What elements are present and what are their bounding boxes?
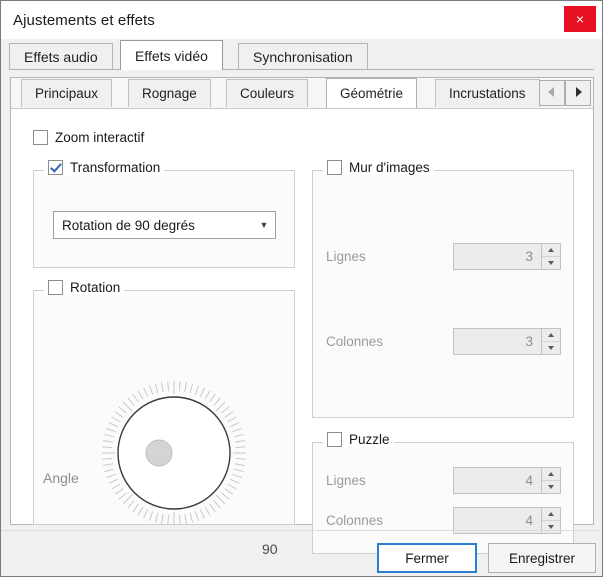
inner-tab-bar: Principaux Rognage Couleurs Géométrie In… [11, 78, 593, 109]
triangle-right-icon [573, 86, 583, 101]
transformation-label: Transformation [70, 160, 160, 175]
angle-value: 90 [262, 541, 278, 557]
tab-effets-video[interactable]: Effets vidéo [120, 40, 223, 70]
tab-scroll-controls [539, 80, 591, 106]
puzzle-rows-value: 4 [454, 473, 541, 488]
transformation-group: Transformation Rotation de 90 degrés ▼ [33, 170, 295, 268]
angle-label: Angle [43, 470, 79, 486]
dialog-window: Ajustements et effets × Effets audio Eff… [0, 0, 603, 577]
mur-images-rows-value: 3 [454, 249, 541, 264]
transformation-select[interactable]: Rotation de 90 degrés ▼ [53, 211, 276, 239]
chevron-down-icon: ▼ [253, 220, 275, 230]
spinner-down-icon[interactable] [542, 521, 560, 533]
mur-images-cols-stepper[interactable]: 3 [453, 328, 561, 355]
mur-images-cols-value: 3 [454, 334, 541, 349]
mur-images-cols-label: Colonnes [326, 334, 383, 349]
mur-images-checkbox[interactable] [327, 160, 342, 175]
puzzle-cols-label: Colonnes [326, 513, 383, 528]
spinner-up-icon[interactable] [542, 508, 560, 521]
mur-images-title[interactable]: Mur d'images [323, 160, 434, 175]
rotation-label: Rotation [70, 280, 120, 295]
rotation-checkbox[interactable] [48, 280, 63, 295]
zoom-interactif-checkbox[interactable] [33, 130, 48, 145]
angle-dial[interactable] [99, 378, 249, 528]
outer-tab-bar: Effets audio Effets vidéo Synchronisatio… [1, 43, 602, 70]
angle-dial-icon [99, 378, 249, 528]
tab-principaux[interactable]: Principaux [21, 79, 112, 107]
tab-couleurs[interactable]: Couleurs [226, 79, 308, 107]
tab-incrustations[interactable]: Incrustations [435, 79, 540, 107]
spinner-up-icon[interactable] [542, 329, 560, 342]
tab-geometrie[interactable]: Géométrie [326, 78, 417, 108]
puzzle-group: Puzzle Lignes 4 Colonnes 4 [312, 442, 574, 554]
mur-images-rows-label: Lignes [326, 249, 366, 264]
transformation-checkbox[interactable] [48, 160, 63, 175]
spinner-down-icon[interactable] [542, 257, 560, 269]
tab-scroll-next-button[interactable] [565, 80, 591, 106]
spinner-down-icon[interactable] [542, 342, 560, 354]
puzzle-label: Puzzle [349, 432, 390, 447]
mur-images-group: Mur d'images Lignes 3 Colonnes 3 [312, 170, 574, 418]
mur-images-rows-stepper[interactable]: 3 [453, 243, 561, 270]
close-window-button[interactable]: × [564, 6, 596, 32]
spinner-up-icon[interactable] [542, 244, 560, 257]
mur-images-cols-arrows[interactable] [541, 329, 560, 354]
puzzle-title[interactable]: Puzzle [323, 432, 394, 447]
puzzle-cols-value: 4 [454, 513, 541, 528]
close-button[interactable]: Fermer [377, 543, 477, 573]
puzzle-rows-stepper[interactable]: 4 [453, 467, 561, 494]
zoom-interactif-label: Zoom interactif [55, 130, 144, 145]
footer-divider [1, 530, 602, 531]
transformation-select-value: Rotation de 90 degrés [54, 218, 253, 233]
mur-images-label: Mur d'images [349, 160, 430, 175]
puzzle-checkbox[interactable] [327, 432, 342, 447]
rotation-title[interactable]: Rotation [44, 280, 124, 295]
tab-effets-audio[interactable]: Effets audio [9, 43, 113, 70]
page-title: Ajustements et effets [1, 12, 155, 29]
zoom-interactif-row[interactable]: Zoom interactif [33, 130, 144, 145]
video-effects-panel: Principaux Rognage Couleurs Géométrie In… [10, 77, 594, 525]
title-bar: Ajustements et effets × [1, 1, 602, 39]
tab-rognage[interactable]: Rognage [128, 79, 211, 107]
tab-scroll-prev-button[interactable] [539, 80, 565, 106]
tab-synchronisation[interactable]: Synchronisation [238, 43, 368, 70]
spinner-down-icon[interactable] [542, 481, 560, 493]
outer-tab-underline [9, 69, 594, 70]
triangle-left-icon [547, 86, 557, 101]
save-button[interactable]: Enregistrer [488, 543, 596, 573]
puzzle-rows-arrows[interactable] [541, 468, 560, 493]
spinner-up-icon[interactable] [542, 468, 560, 481]
transformation-title[interactable]: Transformation [44, 160, 164, 175]
mur-images-rows-arrows[interactable] [541, 244, 560, 269]
puzzle-rows-label: Lignes [326, 473, 366, 488]
